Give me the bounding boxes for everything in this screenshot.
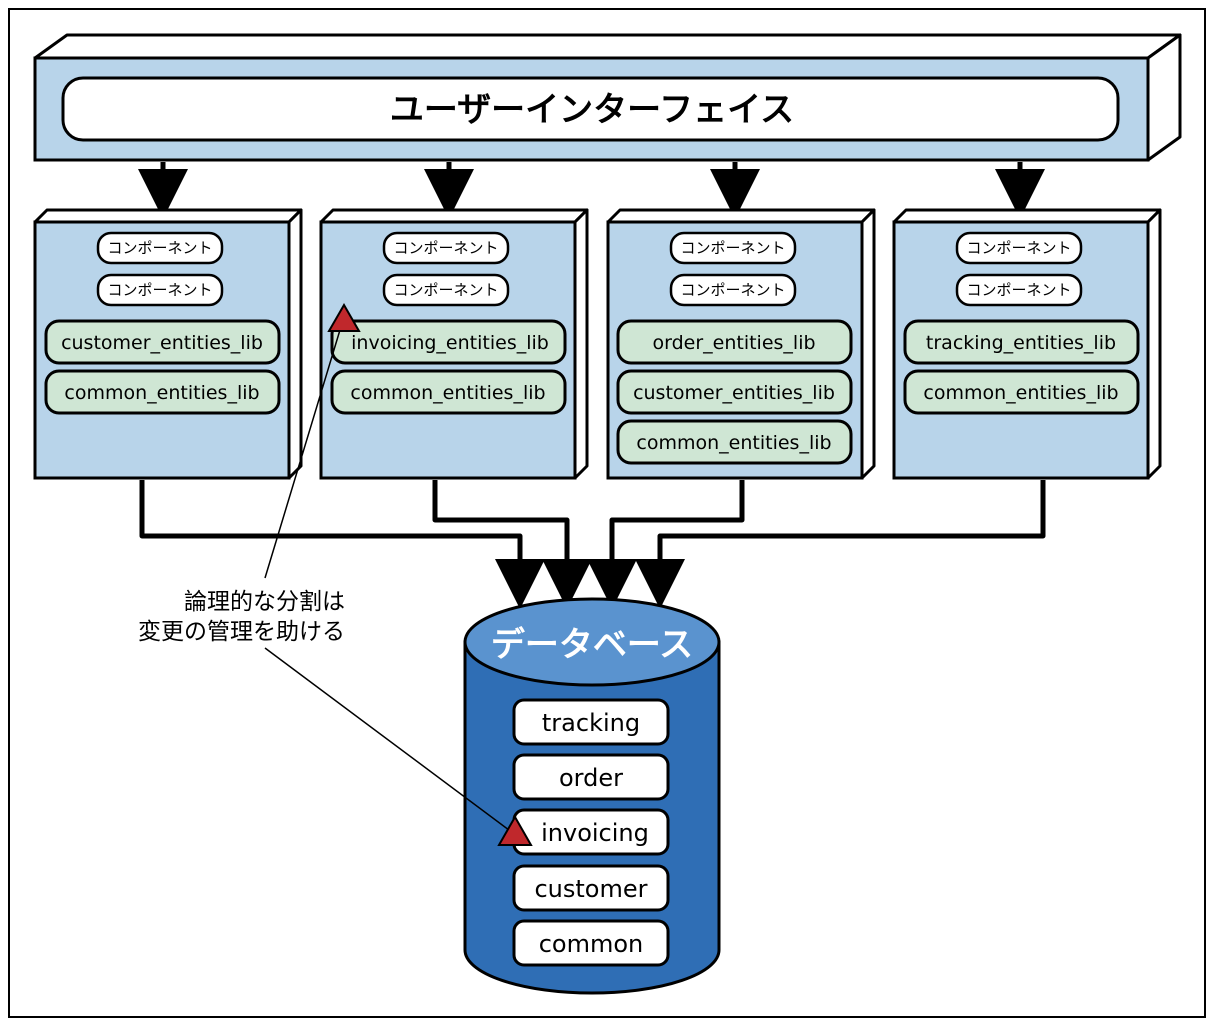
service-3-lib-2: customer_entities_lib xyxy=(616,369,853,415)
ui-layer-title: ユーザーインターフェイス xyxy=(390,90,794,130)
service-3-lib-2-label: customer_entities_lib xyxy=(633,382,835,404)
service-2-lib-1-label: invoicing_entities_lib xyxy=(351,332,549,354)
service-1-side-face xyxy=(287,208,303,480)
service-2: コンポーネント コンポーネント invoicing_entities_lib c… xyxy=(319,208,589,480)
db-table-order: order xyxy=(512,753,670,801)
db-arrows xyxy=(139,480,1046,609)
annotation-line-1: 論理的な分割は xyxy=(184,589,345,615)
service-4-component-1-label: コンポーネント xyxy=(966,239,1071,257)
service-3-component-1: コンポーネント xyxy=(669,231,797,265)
service-1-to-db-arrow xyxy=(139,480,545,609)
service-1-lib-1: customer_entities_lib xyxy=(44,319,281,365)
service-3-component-2-label: コンポーネント xyxy=(680,281,785,299)
service-3-to-db-arrow xyxy=(587,480,745,609)
service-2-component-1: コンポーネント xyxy=(382,231,510,265)
service-1-component-1: コンポーネント xyxy=(96,231,224,265)
service-1-lib-1-label: customer_entities_lib xyxy=(61,332,263,354)
service-2-top-face xyxy=(319,208,589,224)
service-4: コンポーネント コンポーネント tracking_entities_lib co… xyxy=(892,208,1162,480)
service-2-component-2: コンポーネント xyxy=(382,273,510,307)
service-4-component-2: コンポーネント xyxy=(955,273,1083,307)
service-3: コンポーネント コンポーネント order_entities_lib custo… xyxy=(606,208,876,480)
db-table-invoicing-label: invoicing xyxy=(541,819,649,847)
service-2-lib-2-label: common_entities_lib xyxy=(350,382,545,404)
service-4-lib-2-label: common_entities_lib xyxy=(923,382,1118,404)
service-4-lib-1-label: tracking_entities_lib xyxy=(926,332,1116,354)
service-1-top-face xyxy=(33,208,303,224)
ui-arrows xyxy=(138,162,1045,219)
service-2-lib-1: invoicing_entities_lib xyxy=(330,319,567,365)
service-1-component-1-label: コンポーネント xyxy=(107,239,212,257)
db-table-common-label: common xyxy=(539,930,644,958)
architecture-diagram: ユーザーインターフェイス コンポーネント コンポーネント customer_en… xyxy=(33,33,1182,995)
annotation-line-2: 変更の管理を助ける xyxy=(138,619,345,645)
service-1-component-2: コンポーネント xyxy=(96,273,224,307)
db-table-order-label: order xyxy=(559,764,623,792)
service-4-to-db-arrow xyxy=(635,480,1046,609)
service-4-component-2-label: コンポーネント xyxy=(966,281,1071,299)
database: データベース tracking order invoicing customer… xyxy=(463,597,721,995)
service-1-lib-2-label: common_entities_lib xyxy=(64,382,259,404)
service-3-lib-3-label: common_entities_lib xyxy=(636,432,831,454)
service-3-lib-1-label: order_entities_lib xyxy=(652,332,815,354)
db-table-common: common xyxy=(512,919,670,967)
service-4-lib-1: tracking_entities_lib xyxy=(903,319,1140,365)
service-4-top-face xyxy=(892,208,1162,224)
database-title: データベース xyxy=(491,625,693,665)
service-3-top-face xyxy=(606,208,876,224)
service-1-lib-2: common_entities_lib xyxy=(44,369,281,415)
service-1: コンポーネント コンポーネント customer_entities_lib co… xyxy=(33,208,303,480)
db-table-invoicing: invoicing xyxy=(512,808,670,856)
service-3-lib-1: order_entities_lib xyxy=(616,319,853,365)
service-2-component-1-label: コンポーネント xyxy=(393,239,498,257)
service-2-to-db-arrow xyxy=(432,480,592,609)
service-2-side-face xyxy=(573,208,589,480)
service-3-side-face xyxy=(860,208,876,480)
service-3-component-1-label: コンポーネント xyxy=(680,239,785,257)
ui-layer-side-face xyxy=(1146,33,1182,162)
db-table-customer-label: customer xyxy=(534,875,647,903)
service-4-lib-2: common_entities_lib xyxy=(903,369,1140,415)
ui-layer: ユーザーインターフェイス xyxy=(33,33,1182,162)
service-2-lib-2: common_entities_lib xyxy=(330,369,567,415)
service-4-side-face xyxy=(1146,208,1162,480)
db-table-customer: customer xyxy=(512,864,670,912)
service-3-component-2: コンポーネント xyxy=(669,273,797,307)
db-table-tracking: tracking xyxy=(512,698,670,746)
service-4-component-1: コンポーネント xyxy=(955,231,1083,265)
ui-layer-top-face xyxy=(33,33,1182,60)
service-1-component-2-label: コンポーネント xyxy=(107,281,212,299)
service-3-lib-3: common_entities_lib xyxy=(616,419,853,465)
db-table-tracking-label: tracking xyxy=(542,709,640,737)
service-2-component-2-label: コンポーネント xyxy=(393,281,498,299)
